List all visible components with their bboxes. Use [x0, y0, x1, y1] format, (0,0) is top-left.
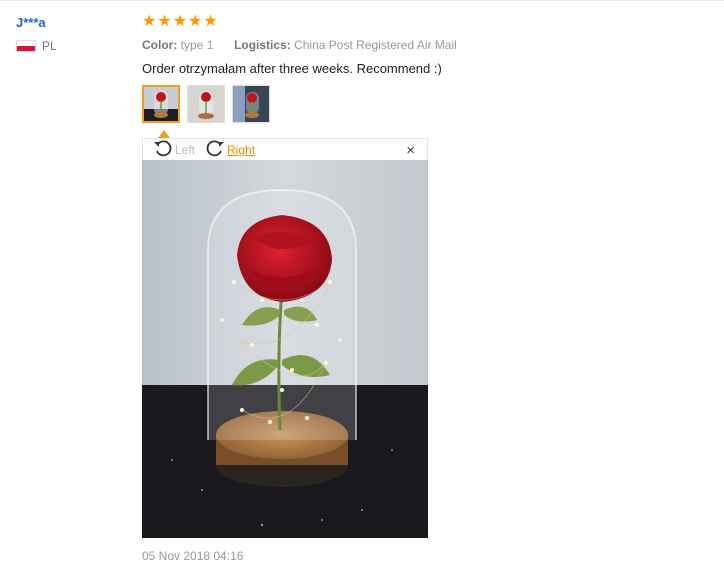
logistics-label: Logistics: [234, 38, 291, 52]
logistics-value: China Post Registered Air Mail [294, 38, 457, 52]
photo-thumbnail-2[interactable] [187, 85, 225, 123]
rotate-right-button[interactable]: Right [205, 139, 255, 160]
rotate-left-label: Left [175, 142, 196, 157]
poland-flag-icon [16, 40, 36, 52]
review-text: Order otrzymałam after three weeks. Reco… [142, 61, 442, 76]
review-date: 05 Nov 2018 04:16 [142, 549, 244, 563]
rotate-left-icon [153, 139, 173, 160]
color-value: type 1 [180, 38, 214, 52]
rotate-right-icon [205, 139, 225, 160]
reviewer-name[interactable]: J***a [16, 15, 57, 30]
review-attributes: Color: type 1 Logistics: China Post Regi… [142, 38, 712, 52]
reviewer-country: PL [16, 39, 57, 53]
review-body: ★★★★★ Color: type 1 Logistics: China Pos… [142, 13, 712, 123]
photo-thumbnails [142, 85, 712, 123]
photo-thumbnail-1[interactable] [142, 85, 180, 123]
reviewer-info: J***a PL [16, 15, 57, 53]
review-photo [142, 160, 428, 538]
star-rating: ★★★★★ [142, 13, 219, 30]
country-code: PL [42, 39, 57, 53]
color-label: Color: [142, 38, 178, 52]
viewer-toolbar: Left Right × [142, 138, 428, 160]
top-divider [0, 0, 724, 1]
photo-viewer: Left Right × [142, 130, 428, 538]
selected-thumbnail-pointer [158, 130, 170, 138]
close-icon[interactable]: × [406, 142, 415, 159]
rotate-right-label: Right [227, 142, 256, 157]
rotate-left-button[interactable]: Left [153, 139, 195, 160]
photo-thumbnail-3[interactable] [232, 85, 270, 123]
